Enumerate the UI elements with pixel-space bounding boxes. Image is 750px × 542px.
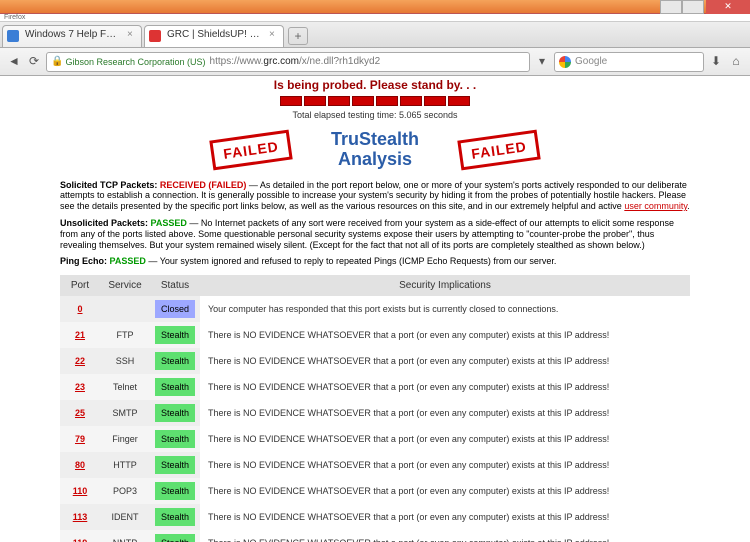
implication-cell: There is NO EVIDENCE WHATSOEVER that a p… (200, 400, 690, 426)
port-link[interactable]: 23 (75, 382, 85, 392)
port-link[interactable]: 21 (75, 330, 85, 340)
search-placeholder: Google (575, 56, 607, 67)
reload-button[interactable]: ⟳ (26, 54, 42, 70)
status-cell: Stealth (150, 478, 200, 504)
implication-cell: There is NO EVIDENCE WHATSOEVER that a p… (200, 452, 690, 478)
page-content: Is being probed. Please stand by. . . To… (0, 76, 750, 542)
table-row: 21 FTPStealthThere is NO EVIDENCE WHATSOE… (60, 322, 690, 348)
ping-paragraph: Ping Echo: PASSED — Your system ignored … (60, 256, 690, 267)
new-tab-button[interactable]: + (288, 27, 308, 45)
service-cell: NNTP (100, 530, 150, 542)
service-cell: SSH (100, 348, 150, 374)
status-cell: Stealth (150, 452, 200, 478)
failed-stamp-left: FAILED (209, 129, 292, 170)
analysis-header: FAILED TruStealthAnalysis FAILED (60, 130, 690, 170)
close-icon[interactable]: × (269, 30, 279, 40)
table-row: 22 SSHStealthThere is NO EVIDENCE WHATSOE… (60, 348, 690, 374)
ports-table: Port Service Status Security Implication… (60, 275, 690, 542)
implication-cell: There is NO EVIDENCE WHATSOEVER that a p… (200, 322, 690, 348)
status-cell: Stealth (150, 348, 200, 374)
status-cell: Closed (150, 296, 200, 322)
table-row: 23 TelnetStealthThere is NO EVIDENCE WHAT… (60, 374, 690, 400)
table-row: 0 ClosedYour computer has responded that … (60, 296, 690, 322)
window-titlebar: ✕ (0, 0, 750, 14)
favicon-icon (7, 30, 19, 42)
status-cell: Stealth (150, 504, 200, 530)
tab-label: Windows 7 Help Forums - Reply to T... (25, 29, 142, 40)
implication-cell: There is NO EVIDENCE WHATSOEVER that a p… (200, 478, 690, 504)
port-link[interactable]: 79 (75, 434, 85, 444)
status-cell: Stealth (150, 426, 200, 452)
service-cell: Finger (100, 426, 150, 452)
back-button[interactable]: ◄ (6, 54, 22, 70)
status-cell: Stealth (150, 322, 200, 348)
lock-icon: 🔒 (51, 56, 63, 67)
tab-bar: Windows 7 Help Forums - Reply to T... × … (0, 22, 750, 48)
google-icon (559, 56, 571, 68)
port-link[interactable]: 0 (77, 304, 82, 314)
service-cell: SMTP (100, 400, 150, 426)
implication-cell: There is NO EVIDENCE WHATSOEVER that a p… (200, 504, 690, 530)
service-cell: Telnet (100, 374, 150, 400)
port-link[interactable]: 113 (73, 512, 88, 522)
service-cell (100, 296, 150, 322)
implication-cell: There is NO EVIDENCE WHATSOEVER that a p… (200, 374, 690, 400)
table-row: 79 FingerStealthThere is NO EVIDENCE WHAT… (60, 426, 690, 452)
implication-cell: There is NO EVIDENCE WHATSOEVER that a p… (200, 426, 690, 452)
status-cell: Stealth (150, 530, 200, 542)
tab-windows7-forums[interactable]: Windows 7 Help Forums - Reply to T... × (2, 25, 142, 47)
window-minimize-button[interactable] (660, 0, 682, 14)
status-cell: Stealth (150, 374, 200, 400)
navigation-toolbar: ◄ ⟳ 🔒 Gibson Research Corporation (US) h… (0, 48, 750, 76)
service-cell: FTP (100, 322, 150, 348)
app-title: Firefox (0, 14, 750, 22)
table-row: 119 NNTPStealthThere is NO EVIDENCE WHATS… (60, 530, 690, 542)
solicited-paragraph: Solicited TCP Packets: RECEIVED (FAILED)… (60, 180, 690, 212)
status-cell: Stealth (150, 400, 200, 426)
user-community-link[interactable]: user community (624, 201, 687, 211)
table-row: 110 POP3StealthThere is NO EVIDENCE WHATS… (60, 478, 690, 504)
favicon-icon (149, 30, 161, 42)
url-bar[interactable]: 🔒 Gibson Research Corporation (US) https… (46, 52, 530, 72)
implication-cell: There is NO EVIDENCE WHATSOEVER that a p… (200, 348, 690, 374)
port-link[interactable]: 25 (75, 408, 85, 418)
url-text: https://www.grc.com/x/ne.dll?rh1dkyd2 (210, 56, 381, 67)
window-maximize-button[interactable] (682, 0, 704, 14)
home-icon[interactable]: ⌂ (728, 54, 744, 70)
search-bar[interactable]: Google (554, 52, 704, 72)
download-icon[interactable]: ⬇ (708, 54, 724, 70)
table-row: 113 IDENTStealthThere is NO EVIDENCE WHAT… (60, 504, 690, 530)
trustealth-title: TruStealthAnalysis (331, 130, 419, 170)
port-link[interactable]: 110 (73, 486, 88, 496)
table-row: 25 SMTPStealthThere is NO EVIDENCE WHATSO… (60, 400, 690, 426)
th-port: Port (60, 275, 100, 296)
progress-bar (60, 96, 690, 106)
implication-cell: There is NO EVIDENCE WHATSOEVER that a p… (200, 530, 690, 542)
dropdown-icon[interactable]: ▾ (534, 54, 550, 70)
probing-text: Is being probed. Please stand by. . . (60, 78, 690, 92)
th-status: Status (150, 275, 200, 296)
implication-cell: Your computer has responded that this po… (200, 296, 690, 322)
service-cell: IDENT (100, 504, 150, 530)
port-link[interactable]: 22 (75, 356, 85, 366)
window-close-button[interactable]: ✕ (706, 0, 750, 14)
port-link[interactable]: 119 (73, 538, 88, 542)
site-identity: Gibson Research Corporation (US) (65, 57, 205, 67)
failed-stamp-right: FAILED (457, 129, 540, 170)
service-cell: POP3 (100, 478, 150, 504)
close-icon[interactable]: × (127, 30, 137, 40)
th-implications: Security Implications (200, 275, 690, 296)
th-service: Service (100, 275, 150, 296)
table-row: 80 HTTPStealthThere is NO EVIDENCE WHATSO… (60, 452, 690, 478)
port-link[interactable]: 80 (75, 460, 85, 470)
service-cell: HTTP (100, 452, 150, 478)
tab-grc-shieldsup[interactable]: GRC | ShieldsUP! — Common Ports P... × (144, 25, 284, 47)
elapsed-time: Total elapsed testing time: 5.065 second… (60, 110, 690, 120)
tab-label: GRC | ShieldsUP! — Common Ports P... (167, 29, 284, 40)
unsolicited-paragraph: Unsolicited Packets: PASSED — No Interne… (60, 218, 690, 250)
